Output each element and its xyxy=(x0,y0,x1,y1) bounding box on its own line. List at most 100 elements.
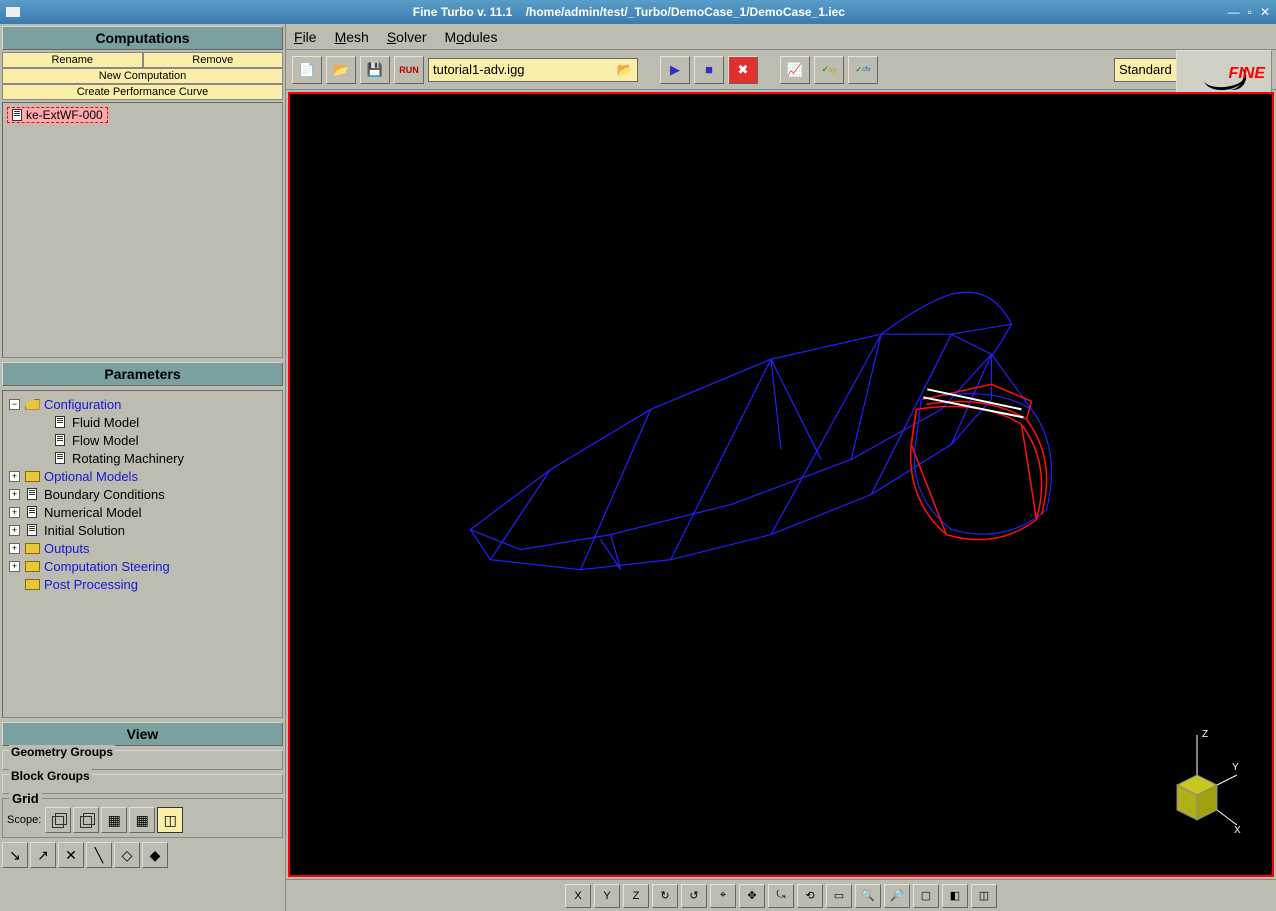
mesh-file-name: tutorial1-adv.igg xyxy=(433,62,525,77)
maximize-button[interactable]: ▫ xyxy=(1248,5,1252,19)
menu-solver[interactable]: Solver xyxy=(387,29,427,45)
folder-icon xyxy=(25,579,40,590)
folder-icon xyxy=(25,543,40,554)
tree-outputs[interactable]: +Outputs xyxy=(9,539,276,557)
window-titlebar: Fine Turbo v. 11.1 /home/admin/test/_Tur… xyxy=(0,0,1276,24)
document-icon xyxy=(27,524,37,536)
parameters-tree[interactable]: −Configuration Fluid Model Flow Model Ro… xyxy=(2,390,283,718)
view-x-button[interactable]: X xyxy=(565,884,591,908)
cube-icon xyxy=(50,812,66,828)
3d-viewport[interactable]: Z Y X xyxy=(288,92,1274,877)
left-panel: Computations Rename Remove New Computati… xyxy=(0,24,286,911)
svg-text:Y: Y xyxy=(1232,762,1239,773)
tb-play[interactable]: ▶ xyxy=(660,56,690,84)
document-icon xyxy=(12,109,22,121)
scope-mode-2[interactable] xyxy=(73,807,99,833)
computation-label: ke-ExtWF-000 xyxy=(26,108,103,122)
folder-open-icon xyxy=(25,399,40,410)
new-computation-button[interactable]: New Computation xyxy=(2,68,283,84)
view-tool-1[interactable]: ↘ xyxy=(2,842,28,868)
view-tool-4[interactable]: ╲ xyxy=(86,842,112,868)
computations-list[interactable]: ke-ExtWF-000 xyxy=(2,102,283,358)
scope-mode-5[interactable]: ◫ xyxy=(157,807,183,833)
scope-mode-4[interactable]: ▦ xyxy=(129,807,155,833)
svg-text:Z: Z xyxy=(1202,729,1208,740)
view-y-button[interactable]: Y xyxy=(594,884,620,908)
bt-zoom-rect[interactable]: ▭ xyxy=(826,884,852,908)
window-title: Fine Turbo v. 11.1 /home/admin/test/_Tur… xyxy=(30,5,1228,19)
computations-header: Computations xyxy=(2,26,283,50)
scope-label: Scope: xyxy=(7,814,41,826)
menu-mesh[interactable]: Mesh xyxy=(335,29,369,45)
bt-zoom-out[interactable]: 🔎 xyxy=(884,884,910,908)
document-icon xyxy=(55,434,65,446)
logo-text: FINE xyxy=(1229,65,1265,83)
bt-reset[interactable]: ⟲ xyxy=(797,884,823,908)
tree-boundary-conditions[interactable]: +Boundary Conditions xyxy=(9,485,276,503)
view-tool-6[interactable]: ◆ xyxy=(142,842,168,868)
tree-fluid-model[interactable]: Fluid Model xyxy=(37,413,276,431)
document-icon xyxy=(27,488,37,500)
scope-mode-1[interactable] xyxy=(45,807,71,833)
bt-zoom-in[interactable]: 🔍 xyxy=(855,884,881,908)
scope-mode-3[interactable]: ▦ xyxy=(101,807,127,833)
menubar: File Mesh Solver Modules xyxy=(286,24,1276,50)
tree-numerical-model[interactable]: +Numerical Model xyxy=(9,503,276,521)
main-toolbar: 📄 📂 💾 RUN tutorial1-adv.igg 📂 ▶ ■ ✖ 📈 ✓x… xyxy=(286,50,1276,90)
tree-rotating-machinery[interactable]: Rotating Machinery xyxy=(37,449,276,467)
close-button[interactable]: ✕ xyxy=(1260,5,1270,19)
bt-persp[interactable]: ◫ xyxy=(971,884,997,908)
folder-icon xyxy=(25,561,40,572)
view-header: View xyxy=(2,722,283,746)
app-menu-icon[interactable] xyxy=(6,7,20,17)
view-z-button[interactable]: Z xyxy=(623,884,649,908)
menu-file[interactable]: File xyxy=(294,29,317,45)
bt-pan[interactable]: ✥ xyxy=(739,884,765,908)
cube-icon xyxy=(78,812,94,828)
create-performance-curve-button[interactable]: Create Performance Curve xyxy=(2,84,283,100)
grid-group: Grid Scope: ▦ ▦ ◫ xyxy=(2,798,283,838)
document-icon xyxy=(27,506,37,518)
tb-run[interactable]: RUN xyxy=(394,56,424,84)
block-groups[interactable]: Block Groups xyxy=(2,774,283,794)
tb-chart[interactable]: 📈 xyxy=(780,56,810,84)
tb-new[interactable]: 📄 xyxy=(292,56,322,84)
view-tools-row: ↘ ↗ ✕ ╲ ◇ ◆ xyxy=(2,842,283,868)
tb-cancel[interactable]: ✖ xyxy=(728,56,758,84)
bt-orbit[interactable]: ⤿ xyxy=(768,884,794,908)
computation-item[interactable]: ke-ExtWF-000 xyxy=(7,107,108,123)
tree-configuration[interactable]: −Configuration xyxy=(9,395,276,413)
tb-check-cfv[interactable]: ✓cfv xyxy=(848,56,878,84)
mesh-file-field[interactable]: tutorial1-adv.igg 📂 xyxy=(428,58,638,82)
tree-post-processing[interactable]: Post Processing xyxy=(9,575,276,593)
tree-computation-steering[interactable]: +Computation Steering xyxy=(9,557,276,575)
geometry-groups[interactable]: Geometry Groups xyxy=(2,750,283,770)
document-icon xyxy=(55,416,65,428)
bt-fit[interactable]: ⌖ xyxy=(710,884,736,908)
tree-optional-models[interactable]: +Optional Models xyxy=(9,467,276,485)
tree-flow-model[interactable]: Flow Model xyxy=(37,431,276,449)
remove-button[interactable]: Remove xyxy=(143,52,284,68)
open-file-icon[interactable]: 📂 xyxy=(617,62,633,78)
view-tool-3[interactable]: ✕ xyxy=(58,842,84,868)
bt-rotate-2[interactable]: ↺ xyxy=(681,884,707,908)
rename-button[interactable]: Rename xyxy=(2,52,143,68)
bottom-toolbar: X Y Z ↻ ↺ ⌖ ✥ ⤿ ⟲ ▭ 🔍 🔎 ▢ ◧ ◫ xyxy=(286,879,1276,911)
bt-shade[interactable]: ◧ xyxy=(942,884,968,908)
folder-icon xyxy=(25,471,40,482)
view-tool-5[interactable]: ◇ xyxy=(114,842,140,868)
axis-gizmo: Z Y X xyxy=(1142,725,1242,835)
right-panel: File Mesh Solver Modules 📄 📂 💾 RUN tutor… xyxy=(286,24,1276,911)
tb-save[interactable]: 💾 xyxy=(360,56,390,84)
bt-wire[interactable]: ▢ xyxy=(913,884,939,908)
menu-modules[interactable]: Modules xyxy=(445,29,498,45)
tb-open[interactable]: 📂 xyxy=(326,56,356,84)
minimize-button[interactable]: — xyxy=(1228,5,1240,19)
svg-text:X: X xyxy=(1234,825,1241,835)
tb-stop[interactable]: ■ xyxy=(694,56,724,84)
document-icon xyxy=(55,452,65,464)
tb-check-xy[interactable]: ✓xy xyxy=(814,56,844,84)
bt-rotate-1[interactable]: ↻ xyxy=(652,884,678,908)
tree-initial-solution[interactable]: +Initial Solution xyxy=(9,521,276,539)
view-tool-2[interactable]: ↗ xyxy=(30,842,56,868)
